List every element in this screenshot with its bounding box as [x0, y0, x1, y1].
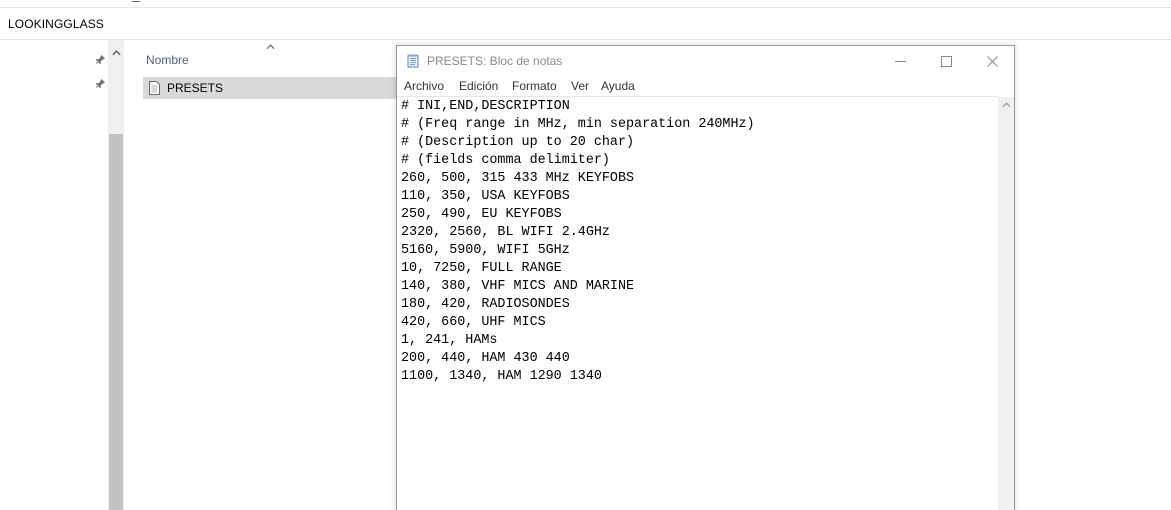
text-line: 140, 380, VHF MICS AND MARINE	[401, 279, 635, 294]
menu-ver[interactable]: Ver	[571, 79, 589, 93]
notepad-titlebar[interactable]: PRESETS: Bloc de notas	[397, 46, 1014, 76]
text-line: 2320, 2560, BL WIFI 2.4GHz	[401, 225, 610, 240]
menu-edicion[interactable]: Edición	[459, 79, 498, 93]
notepad-icon	[406, 54, 420, 68]
text-line: 200, 440, HAM 430 440	[401, 351, 570, 366]
text-line: 420, 660, UHF MICS	[401, 315, 546, 330]
editor-scrollbar[interactable]	[998, 97, 1014, 510]
menu-archivo[interactable]: Archivo	[404, 79, 444, 93]
text-line: 260, 500, 315 433 MHz KEYFOBS	[401, 171, 635, 186]
menu-ayuda[interactable]: Ayuda	[601, 79, 635, 93]
scroll-up-arrow-icon[interactable]	[108, 46, 124, 62]
text-line: 250, 490, EU KEYFOBS	[401, 207, 562, 222]
scroll-up-arrow-icon[interactable]	[998, 97, 1014, 113]
file-row[interactable]: PRESETS	[143, 77, 396, 99]
text-line: 180, 420, RADIOSONDES	[401, 297, 570, 312]
text-line: # (fields comma delimiter)	[401, 153, 610, 168]
close-button[interactable]	[969, 46, 1015, 76]
menu-formato[interactable]: Formato	[512, 79, 557, 93]
text-line: 10, 7250, FULL RANGE	[401, 261, 562, 276]
text-editor[interactable]: # INI,END,DESCRIPTION # (Freq range in MH…	[397, 96, 998, 510]
close-icon	[986, 55, 998, 67]
text-line: 1, 241, HAMs	[401, 333, 498, 348]
notepad-window[interactable]: PRESETS: Bloc de notas Archivo Edición F…	[396, 45, 1015, 510]
file-list: Nombre PRESETS	[124, 40, 396, 510]
ribbon-edge	[0, 0, 1171, 8]
address-bar[interactable]: LOOKINGGLASS	[0, 8, 1171, 40]
text-file-icon	[149, 81, 160, 95]
column-header-name[interactable]: Nombre	[146, 53, 189, 67]
maximize-button[interactable]	[923, 46, 969, 76]
text-line: 1100, 1340, HAM 1290 1340	[401, 369, 602, 384]
text-line: 110, 350, USA KEYFOBS	[401, 189, 570, 204]
text-line: 5160, 5900, WIFI 5GHz	[401, 243, 570, 258]
sort-ascending-icon[interactable]	[266, 42, 275, 53]
text-line: # INI,END,DESCRIPTION	[401, 99, 570, 114]
address-text: LOOKINGGLASS	[8, 17, 104, 31]
text-line: # (Freq range in MHz, min separation 240…	[401, 117, 755, 132]
maximize-icon	[940, 55, 952, 67]
scrollbar-thumb[interactable]	[109, 134, 123, 510]
minimize-button[interactable]	[877, 46, 923, 76]
pin-icon[interactable]	[94, 78, 106, 90]
file-name: PRESETS	[167, 81, 224, 95]
text-line: # (Description up to 20 char)	[401, 135, 635, 150]
ribbon-fragment	[132, 0, 140, 2]
window-title: PRESETS: Bloc de notas	[427, 54, 563, 68]
menu-bar: Archivo Edición Formato Ver Ayuda	[397, 76, 1014, 96]
minimize-icon	[894, 60, 906, 62]
pin-icon[interactable]	[94, 54, 106, 66]
navigation-scrollbar[interactable]	[108, 40, 124, 510]
screen: LOOKINGGLASS Nombre PRESETS PRESETS: Blo…	[0, 0, 1171, 510]
navigation-pane	[0, 40, 108, 510]
